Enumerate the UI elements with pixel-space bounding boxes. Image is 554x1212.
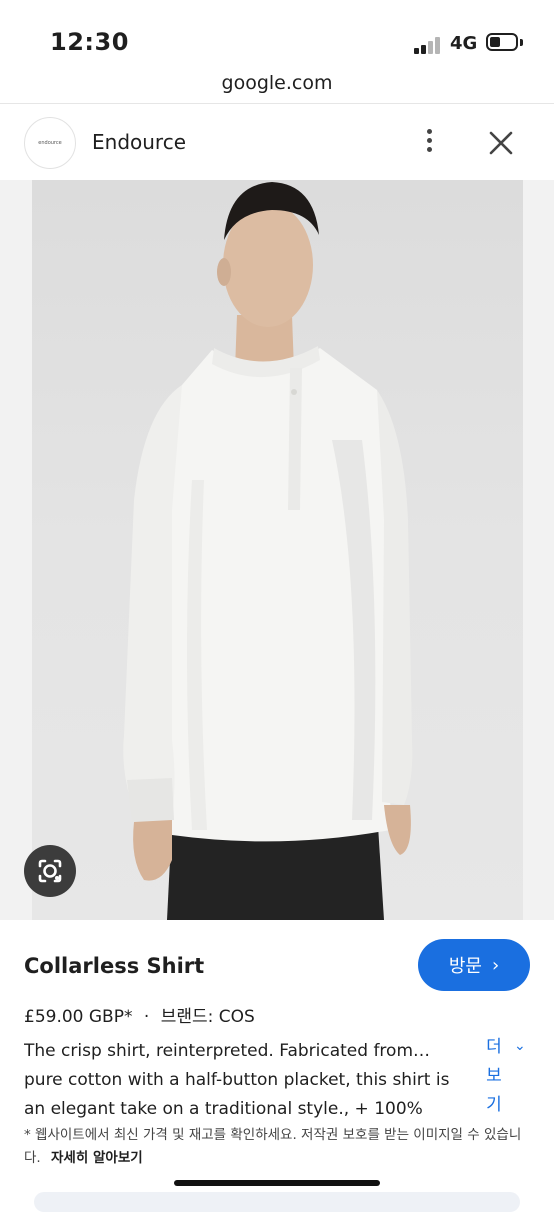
next-card-hint bbox=[34, 1192, 520, 1212]
separator-dot: · bbox=[143, 1007, 150, 1027]
site-logo: endource bbox=[24, 117, 76, 169]
description-rest: pure cotton with a half-button placket, … bbox=[24, 1070, 450, 1119]
battery-cap bbox=[520, 39, 523, 46]
close-icon[interactable] bbox=[486, 128, 516, 158]
product-title: Collarless Shirt bbox=[24, 954, 205, 978]
learn-more-link[interactable]: 자세히 알아보기 bbox=[51, 1150, 143, 1166]
visit-button-label: 방문 bbox=[448, 956, 482, 977]
site-name[interactable]: Endource bbox=[92, 130, 186, 154]
product-brand: 브랜드: COS bbox=[160, 1007, 255, 1027]
home-indicator[interactable] bbox=[174, 1180, 380, 1186]
product-price: £59.00 GBP* bbox=[24, 1007, 133, 1027]
url-bar[interactable]: google.com bbox=[0, 72, 554, 94]
description-line-1: The crisp shirt, reinterpreted. Fabricat… bbox=[24, 1041, 431, 1061]
disclaimer: * 웹사이트에서 최신 가격 및 재고를 확인하세요. 저작권 보호를 받는 이… bbox=[24, 1124, 534, 1170]
more-button[interactable]: 더 보기 bbox=[482, 1033, 506, 1120]
site-logo-text: endource bbox=[38, 140, 62, 146]
chevron-down-icon[interactable]: ⌄ bbox=[514, 1038, 526, 1054]
lens-icon bbox=[38, 859, 62, 883]
network-type: 4G bbox=[450, 33, 478, 54]
product-image[interactable] bbox=[32, 180, 523, 920]
visit-button[interactable]: 방문 › bbox=[418, 939, 530, 991]
battery-icon bbox=[486, 33, 518, 51]
result-header: endource Endource bbox=[0, 104, 554, 180]
image-area bbox=[0, 180, 554, 920]
product-description: The crisp shirt, reinterpreted. Fabricat… bbox=[24, 1037, 470, 1124]
product-info-panel: Collarless Shirt 방문 › £59.00 GBP* · 브랜드:… bbox=[0, 920, 554, 1200]
chevron-right-icon: › bbox=[491, 954, 500, 976]
price-line: £59.00 GBP* · 브랜드: COS bbox=[24, 1002, 255, 1027]
status-time: 12:30 bbox=[50, 28, 129, 56]
google-lens-button[interactable] bbox=[24, 845, 76, 897]
more-vert-icon[interactable] bbox=[418, 126, 442, 156]
signal-icon bbox=[414, 36, 444, 54]
status-bar: 12:30 4G bbox=[0, 0, 554, 66]
